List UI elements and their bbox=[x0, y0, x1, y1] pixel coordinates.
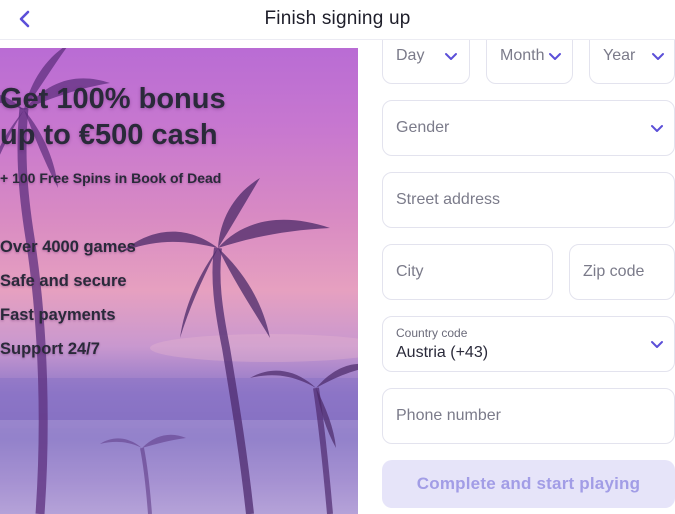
chevron-down-icon bbox=[651, 125, 663, 132]
feature-games: Over 4000 games bbox=[0, 238, 136, 256]
promo-subline: + 100 Free Spins in Book of Dead bbox=[0, 170, 222, 186]
zip-code-field[interactable]: Zip code bbox=[569, 244, 675, 300]
city-field[interactable]: City bbox=[382, 244, 553, 300]
promo-headline-line2: up to €500 cash bbox=[0, 119, 218, 151]
phone-number-field[interactable]: Phone number bbox=[382, 388, 675, 444]
chevron-down-icon bbox=[445, 53, 457, 60]
promo-headline: Get 100% bonus up to €500 cash bbox=[0, 81, 358, 153]
gender-select[interactable]: Gender bbox=[382, 100, 675, 156]
feature-payments: Fast payments bbox=[0, 306, 116, 324]
feature-safe: Safe and secure bbox=[0, 272, 127, 290]
street-address-field[interactable]: Street address bbox=[382, 172, 675, 228]
country-code-value: Austria (+43) bbox=[396, 344, 489, 361]
chevron-down-icon bbox=[652, 53, 664, 60]
complete-signup-button[interactable]: Complete and start playing bbox=[382, 460, 675, 508]
promo-headline-line1: Get 100% bonus bbox=[0, 83, 226, 115]
phone-number-placeholder: Phone number bbox=[396, 407, 501, 424]
country-code-select[interactable]: Country code Austria (+43) bbox=[382, 316, 675, 372]
month-placeholder: Month bbox=[500, 47, 545, 64]
country-code-label: Country code bbox=[396, 326, 468, 340]
day-placeholder: Day bbox=[396, 47, 425, 64]
street-address-placeholder: Street address bbox=[396, 191, 501, 208]
feature-support: Support 24/7 bbox=[0, 340, 100, 358]
chevron-down-icon bbox=[651, 341, 663, 348]
gender-placeholder: Gender bbox=[396, 119, 450, 136]
zip-code-placeholder: Zip code bbox=[583, 263, 645, 280]
chevron-down-icon bbox=[549, 53, 561, 60]
year-placeholder: Year bbox=[603, 47, 636, 64]
page-title: Finish signing up bbox=[264, 8, 411, 29]
promo-banner: Get 100% bonus up to €500 cash + 100 Fre… bbox=[0, 48, 358, 514]
city-placeholder: City bbox=[396, 263, 424, 280]
header-bar: Finish signing up bbox=[0, 0, 675, 40]
